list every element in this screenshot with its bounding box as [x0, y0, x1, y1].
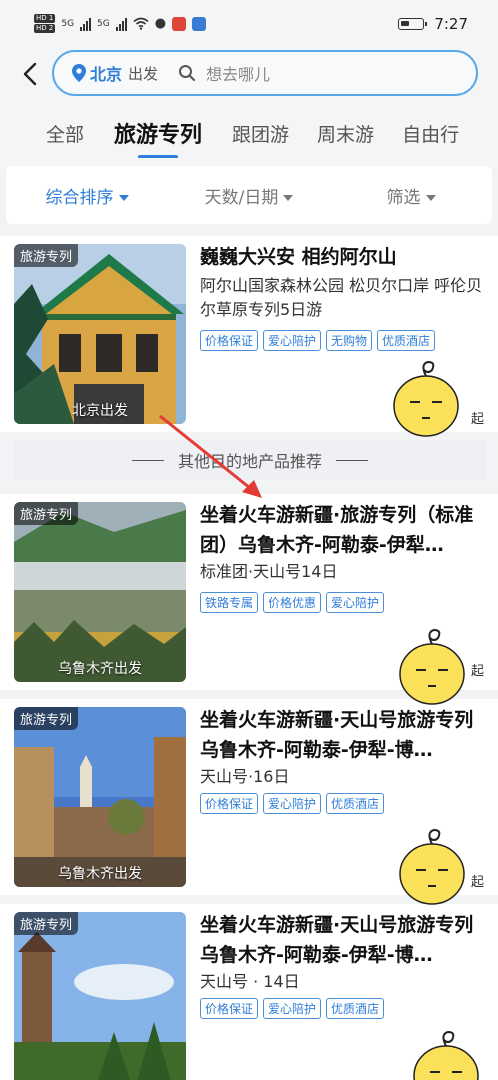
mascot-sticker	[393, 360, 459, 437]
tag: 优质酒店	[326, 793, 385, 814]
back-arrow-icon[interactable]	[18, 60, 46, 88]
product-tags: 价格保证 爱心陪护 无购物 优质酒店	[200, 330, 436, 351]
tab-all[interactable]: 全部	[0, 120, 98, 147]
urumqi-street-image	[14, 707, 186, 887]
product-thumbnail: 旅游专列 乌鲁木齐出发	[14, 502, 186, 682]
days-date-label: 天数/日期	[204, 187, 279, 208]
network-type-label-2: 5G	[97, 18, 110, 29]
tag: 铁路专属	[200, 592, 259, 613]
network-type-label: 5G	[61, 18, 75, 29]
caret-down-icon	[283, 194, 294, 201]
header: 北京 出发 想去哪儿 全部 旅游专列 跟团游 周末游 自由行	[0, 48, 498, 168]
tag: 无购物	[326, 330, 373, 351]
tag: 价格保证	[200, 793, 259, 814]
mascot-sticker	[399, 828, 465, 905]
xinjiang-tower-image	[14, 912, 186, 1080]
tag: 价格优惠	[263, 592, 322, 613]
product-tags: 价格保证 爱心陪护 优质酒店	[200, 793, 385, 814]
product-badge: 旅游专列	[14, 502, 79, 525]
mascot-sticker	[413, 1030, 479, 1080]
product-tags: 铁路专属 价格优惠 爱心陪护	[200, 592, 385, 613]
product-subtitle: 阿尔山国家森林公园 松贝尔口岸 呼伦贝尔草原专列5日游	[200, 276, 483, 319]
tag: 优质酒店	[377, 330, 436, 351]
product-badge: 旅游专列	[14, 244, 79, 267]
hd1-label: HD 1	[34, 14, 56, 23]
tab-group-tour[interactable]: 跟团游	[218, 120, 303, 147]
product-tags: 价格保证 爱心陪护 优质酒店	[200, 998, 385, 1019]
departure-city[interactable]: 北京	[90, 61, 122, 85]
search-input[interactable]: 想去哪儿	[206, 61, 270, 85]
tag: 爱心陪护	[263, 330, 322, 351]
divider-line	[336, 459, 368, 461]
hd-indicator: HD 1 HD 2	[34, 14, 56, 33]
product-subtitle: 天山号 · 14日	[200, 972, 300, 991]
product-title: 巍巍大兴安 相约阿尔山	[200, 246, 397, 268]
product-title: 坐着火车游新疆·天山号旅游专列 乌鲁木齐-阿勒泰-伊犁-博…	[200, 914, 474, 966]
departure-caption: 乌鲁木齐出发	[58, 866, 142, 882]
price-suffix: 起	[470, 412, 484, 427]
clock: 7:27	[434, 15, 468, 33]
caret-down-icon	[118, 194, 129, 201]
signal-icon-2	[115, 17, 127, 31]
product-thumbnail: 旅游专列 北京出发	[14, 244, 186, 424]
hd2-label: HD 2	[34, 24, 56, 33]
sort-label: 综合排序	[45, 187, 114, 208]
location-pin-icon	[72, 64, 86, 82]
tag: 爱心陪护	[263, 998, 322, 1019]
days-date-dropdown[interactable]: 天数/日期	[168, 183, 330, 208]
wechat-icon: ●	[154, 16, 167, 31]
status-right: 7:27	[398, 15, 468, 33]
search-icon	[179, 65, 196, 81]
departure-label: 出发	[128, 64, 159, 83]
price-suffix: 起	[470, 875, 484, 890]
signal-icon	[80, 17, 92, 31]
filter-bar: 综合排序 天数/日期 筛选	[6, 166, 492, 224]
tab-tourist-train[interactable]: 旅游专列	[98, 117, 218, 149]
tab-weekend-tour[interactable]: 周末游	[303, 120, 388, 147]
price-suffix: 起	[470, 664, 484, 679]
app-notification-icon-2	[192, 16, 207, 31]
app-notification-icon	[172, 16, 187, 31]
filter-label: 筛选	[386, 187, 421, 208]
product-thumbnail: 旅游专列 乌鲁木齐出发	[14, 707, 186, 887]
search-bar[interactable]: 北京 出发 想去哪儿	[52, 50, 478, 96]
tag: 价格保证	[200, 998, 259, 1019]
product-subtitle: 标准团·天山号14日	[200, 562, 338, 581]
sort-dropdown[interactable]: 综合排序	[6, 183, 168, 208]
product-title: 坐着火车游新疆·天山号旅游专列 乌鲁木齐-阿勒泰-伊犁-博…	[200, 709, 474, 761]
tag: 价格保证	[200, 330, 259, 351]
status-bar: HD 1 HD 2 5G 5G ● 7:27	[0, 0, 498, 48]
arxan-station-image	[14, 244, 186, 424]
product-thumbnail: 旅游专列	[14, 912, 186, 1080]
caret-down-icon	[425, 194, 436, 201]
battery-icon	[398, 18, 428, 30]
annotation-arrow-icon	[159, 414, 262, 498]
departure-caption: 乌鲁木齐出发	[58, 661, 142, 677]
tag: 爱心陪护	[263, 793, 322, 814]
category-tabs: 全部 旅游专列 跟团游 周末游 自由行	[0, 108, 498, 158]
tag: 优质酒店	[326, 998, 385, 1019]
product-badge: 旅游专列	[14, 707, 79, 730]
wifi-icon	[133, 17, 149, 30]
product-badge: 旅游专列	[14, 912, 79, 935]
xinjiang-valley-image	[14, 502, 186, 682]
product-subtitle: 天山号·16日	[200, 767, 290, 786]
tab-free-travel[interactable]: 自由行	[388, 120, 473, 147]
filter-dropdown[interactable]: 筛选	[330, 183, 492, 208]
status-left: HD 1 HD 2 5G 5G ●	[34, 14, 207, 33]
tag: 爱心陪护	[326, 592, 385, 613]
mascot-sticker	[399, 628, 465, 705]
